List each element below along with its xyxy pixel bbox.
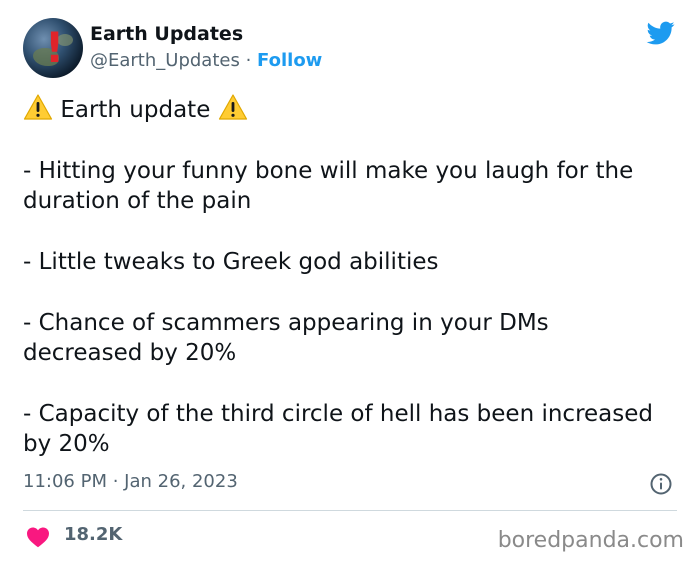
- tweet-header-text: Earth update: [60, 97, 211, 123]
- warning-icon: [218, 94, 247, 120]
- info-icon[interactable]: [649, 472, 673, 496]
- exclamation-icon: !: [45, 23, 65, 72]
- tweet-header-line: Earth update: [23, 93, 673, 125]
- tweet-line: - Hitting your funny bone will make you …: [23, 158, 634, 214]
- author-handle-row: @Earth_Updates · Follow: [90, 50, 322, 71]
- tweet-body: Earth update - Hitting your funny bone w…: [23, 93, 673, 459]
- separator-dot: ·: [245, 50, 252, 71]
- divider: [23, 510, 677, 511]
- tweet-line: - Chance of scammers appearing in your D…: [23, 310, 549, 366]
- tweet-timestamp[interactable]: 11:06 PM · Jan 26, 2023: [23, 471, 238, 492]
- tweet-line: - Little tweaks to Greek god abilities: [23, 249, 439, 275]
- author-name[interactable]: Earth Updates: [90, 23, 243, 45]
- author-handle[interactable]: @Earth_Updates: [90, 50, 240, 71]
- twitter-bird-icon[interactable]: [645, 19, 677, 47]
- tweet-line: - Capacity of the third circle of hell h…: [23, 401, 653, 457]
- watermark: boredpanda.com: [497, 528, 684, 553]
- tweet-card: ! Earth Updates @Earth_Updates · Follow …: [0, 0, 700, 563]
- warning-icon: [23, 94, 53, 120]
- follow-button[interactable]: Follow: [257, 50, 322, 71]
- like-count[interactable]: 18.2K: [64, 524, 122, 545]
- heart-icon[interactable]: [26, 526, 50, 548]
- avatar[interactable]: !: [23, 18, 83, 78]
